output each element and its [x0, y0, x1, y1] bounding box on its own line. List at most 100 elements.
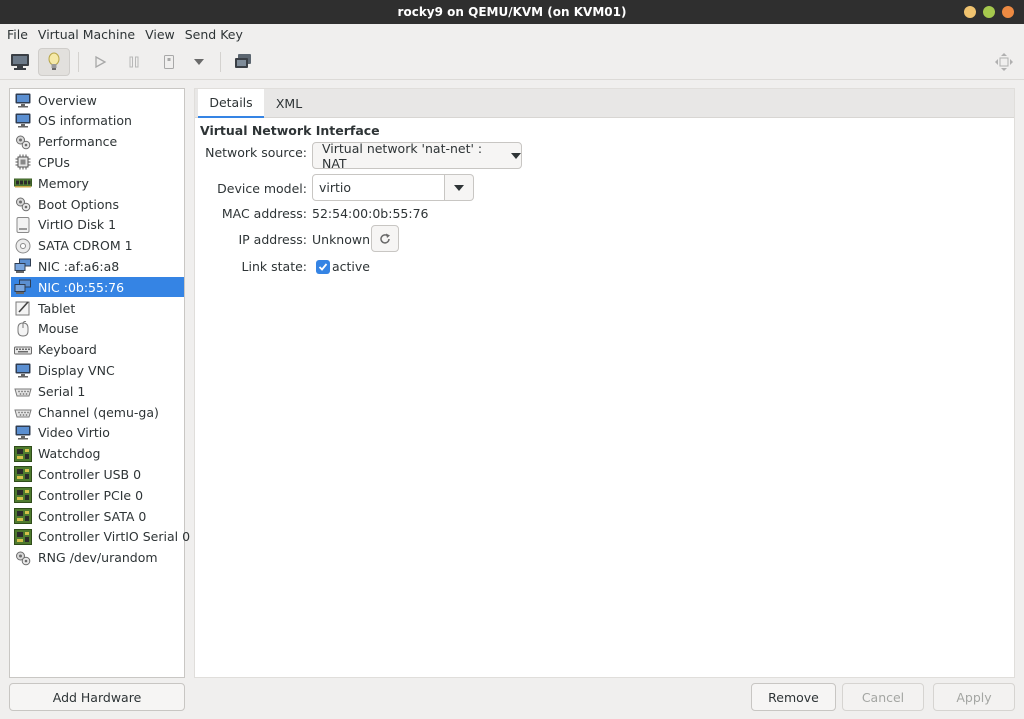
pause-button[interactable]	[118, 48, 150, 76]
monitor-icon	[14, 362, 32, 378]
sidebar-item-label: VirtIO Disk 1	[38, 217, 117, 233]
sidebar-item[interactable]: Keyboard	[11, 340, 184, 360]
network-source-label: Network source:	[205, 145, 307, 160]
minimize-button[interactable]	[964, 6, 976, 18]
cdrom-icon	[14, 238, 32, 254]
sidebar-item[interactable]: Watchdog	[11, 444, 184, 464]
sidebar-item-label: Controller USB 0	[38, 466, 142, 482]
fullscreen-button[interactable]	[988, 48, 1020, 76]
sidebar-item[interactable]: RNG /dev/urandom	[11, 548, 184, 568]
tab-xml[interactable]: XML	[267, 89, 311, 118]
keyboard-icon	[14, 342, 32, 358]
network-source-value: Virtual network 'nat-net' : NAT	[322, 140, 483, 171]
window-title: rocky9 on QEMU/KVM (on KVM01)	[397, 5, 627, 19]
sidebar-item-label: OS information	[38, 113, 132, 129]
sidebar-item-label: Controller PCIe 0	[38, 487, 144, 503]
network-icon	[14, 279, 32, 295]
snapshots-button[interactable]	[227, 48, 259, 76]
sidebar-item[interactable]: Display VNC	[11, 360, 184, 380]
tab-details-label: Details	[209, 95, 253, 110]
board-icon	[14, 508, 32, 524]
toolbar	[0, 44, 1024, 80]
sidebar-item-label: Controller VirtIO Serial 0	[38, 529, 191, 545]
snapshot-icon	[235, 54, 251, 68]
console-button[interactable]	[4, 48, 36, 76]
dropdown-icon	[194, 59, 204, 65]
sidebar-item-label: Watchdog	[38, 446, 101, 462]
pause-icon	[129, 56, 139, 68]
menu-view[interactable]: View	[140, 27, 180, 42]
sidebar-item[interactable]: Overview	[11, 90, 184, 110]
details-button[interactable]	[38, 48, 70, 76]
add-hardware-button[interactable]: Add Hardware	[9, 683, 185, 711]
sidebar-item-label: Performance	[38, 134, 118, 150]
link-state-checkbox[interactable]	[316, 260, 330, 274]
monitor-icon	[14, 425, 32, 441]
tab-details[interactable]: Details	[198, 89, 264, 118]
tab-xml-label: XML	[275, 96, 303, 111]
board-icon	[14, 466, 32, 483]
shutdown-menu-button[interactable]	[184, 48, 214, 76]
device-model-input[interactable]: virtio	[312, 174, 445, 201]
sidebar-item[interactable]: Controller PCIe 0	[11, 485, 184, 505]
menu-file[interactable]: File	[2, 27, 33, 42]
sidebar-item[interactable]: Serial 1	[11, 381, 184, 401]
sidebar-item[interactable]: Controller VirtIO Serial 0	[11, 527, 190, 547]
close-button[interactable]	[1002, 6, 1014, 18]
lightbulb-icon	[48, 52, 60, 70]
details-panel: Details XML Virtual Network Interface Ne…	[194, 88, 1015, 678]
fullscreen-icon	[995, 53, 1013, 71]
serial-icon	[14, 383, 32, 399]
apply-button[interactable]: Apply	[933, 683, 1015, 711]
hardware-list: Overview OS information Performance CPUs Mem…	[9, 88, 190, 678]
link-state-value: active	[332, 259, 370, 274]
sidebar-item-label: Channel (qemu-ga)	[38, 404, 159, 420]
shutdown-button[interactable]	[153, 48, 185, 76]
window-titlebar[interactable]: rocky9 on QEMU/KVM (on KVM01)	[0, 0, 1024, 24]
sidebar-item-label: NIC :0b:55:76	[38, 279, 125, 295]
board-icon	[14, 487, 32, 504]
menu-virtual-machine[interactable]: Virtual Machine	[33, 27, 140, 42]
power-icon	[164, 55, 174, 69]
cancel-button[interactable]: Cancel	[842, 683, 924, 711]
gears-icon	[14, 550, 32, 566]
menubar: File Virtual Machine View Send Key	[0, 24, 1024, 44]
monitor-icon	[11, 54, 29, 70]
mac-address-label: MAC address:	[221, 206, 307, 221]
sidebar-item[interactable]: Controller USB 0	[11, 464, 184, 484]
sidebar-item[interactable]: NIC :0b:55:76	[11, 277, 184, 298]
maximize-button[interactable]	[983, 6, 995, 18]
run-button[interactable]	[84, 48, 116, 76]
refresh-icon	[380, 233, 390, 244]
cpu-icon	[14, 154, 32, 170]
device-model-value: virtio	[319, 180, 352, 195]
sidebar-item[interactable]: Mouse	[11, 319, 184, 339]
monitor-icon	[14, 113, 32, 129]
serial-icon	[14, 404, 32, 420]
network-icon	[14, 258, 32, 274]
tablet-icon	[14, 300, 32, 316]
board-icon	[14, 528, 32, 545]
chevron-down-icon	[511, 152, 521, 159]
device-model-dropdown-button[interactable]	[445, 174, 474, 201]
mac-address-value: 52:54:00:0b:55:76	[312, 206, 429, 221]
network-source-select[interactable]: Virtual network 'nat-net' : NAT	[312, 140, 522, 171]
play-icon	[95, 55, 107, 69]
gears-icon	[14, 196, 32, 212]
sidebar-item-label: Serial 1	[38, 383, 86, 399]
refresh-ip-button[interactable]	[371, 225, 399, 252]
device-model-label: Device model:	[217, 181, 307, 196]
menu-send-key[interactable]: Send Key	[180, 27, 248, 42]
chevron-down-icon	[454, 184, 464, 191]
sidebar-item-label: Overview	[38, 92, 97, 108]
sidebar-item-label: Tablet	[38, 300, 76, 316]
remove-button[interactable]: Remove	[751, 683, 836, 711]
sidebar-item[interactable]: Video Virtio	[11, 423, 184, 443]
sidebar-item[interactable]: OS information	[11, 111, 184, 131]
sidebar-item[interactable]: Channel (qemu-ga)	[11, 402, 184, 422]
sidebar-item-label: Keyboard	[38, 342, 97, 358]
section-title: Virtual Network Interface	[200, 123, 380, 138]
sidebar-item[interactable]: Tablet	[11, 298, 184, 318]
disk-icon	[14, 216, 32, 233]
sidebar-item[interactable]: Controller SATA 0	[11, 506, 184, 526]
